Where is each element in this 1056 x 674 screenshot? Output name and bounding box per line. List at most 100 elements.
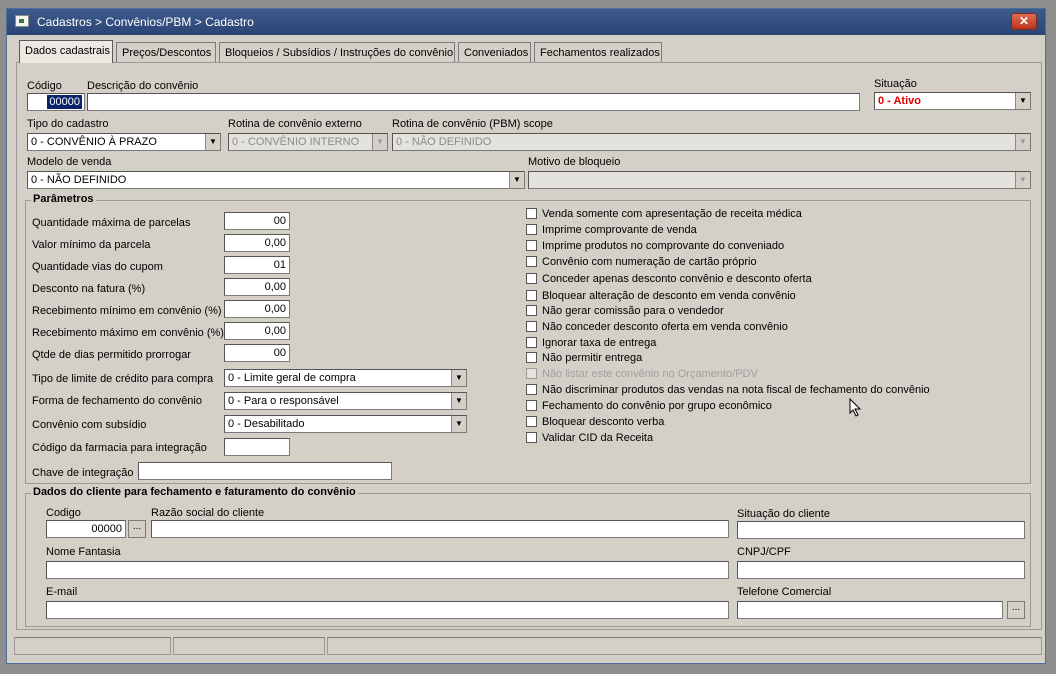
subsidio-value: 0 - Desabilitado <box>228 418 305 430</box>
checkbox-label: Não listar este convênio no Orçamento/PD… <box>542 368 758 380</box>
chevron-down-icon[interactable]: ▼ <box>451 393 466 409</box>
chave-input[interactable] <box>138 462 392 480</box>
checkbox-label: Imprime comprovante de venda <box>542 224 697 236</box>
checkbox-label: Não gerar comissão para o vendedor <box>542 305 724 317</box>
checkbox-box[interactable] <box>526 208 537 219</box>
chevron-down-icon[interactable]: ▼ <box>509 172 524 188</box>
tipo-cadastro-label: Tipo do cadastro <box>27 118 109 130</box>
forma-fechamento-value: 0 - Para o responsável <box>228 395 339 407</box>
param-input[interactable]: 0,00 <box>224 234 290 252</box>
checkbox-label: Imprime produtos no comprovante do conve… <box>542 240 785 252</box>
chevron-down-icon[interactable]: ▼ <box>451 416 466 432</box>
close-button[interactable]: ✕ <box>1011 13 1037 30</box>
param-label: Recebimento máximo em convênio (%) <box>32 327 224 339</box>
parametros-title: Parâmetros <box>31 193 96 205</box>
rotina-externo-value: 0 - CONVÊNIO INTERNO <box>232 136 360 148</box>
tipo-cadastro-value: 0 - CONVÊNIO À PRAZO <box>31 136 157 148</box>
checkbox-label: Bloquear desconto verba <box>542 416 665 428</box>
checkbox-box[interactable] <box>526 321 537 332</box>
codigo-value: 00000 <box>47 95 82 109</box>
param-input[interactable]: 0,00 <box>224 300 290 318</box>
checkbox-box[interactable] <box>526 416 537 427</box>
checkbox-box[interactable] <box>526 432 537 443</box>
tab-precos-descontos[interactable]: Preços/Descontos <box>116 42 216 62</box>
modelo-venda-select[interactable]: 0 - NÃO DEFINIDO ▼ <box>27 171 525 189</box>
checkbox-box[interactable] <box>526 305 537 316</box>
tab-conveniados[interactable]: Conveniados <box>458 42 531 62</box>
situacao-select[interactable]: 0 - Ativo ▼ <box>874 92 1031 110</box>
cliente-codigo-input[interactable]: 00000 <box>46 520 126 538</box>
email-label: E-mail <box>46 586 78 598</box>
fantasia-label: Nome Fantasia <box>46 546 121 558</box>
descricao-label: Descrição do convênio <box>87 80 199 92</box>
telefone-input[interactable] <box>737 601 1003 619</box>
param-input[interactable]: 00 <box>224 344 290 362</box>
forma-fechamento-select[interactable]: 0 - Para o responsável ▼ <box>224 392 467 410</box>
checkbox-box[interactable] <box>526 240 537 251</box>
tipo-limite-label: Tipo de limite de crédito para compra <box>32 373 214 385</box>
rotina-pbm-label: Rotina de convênio (PBM) scope <box>392 118 553 130</box>
situacao-value: 0 - Ativo <box>878 95 921 107</box>
codigo-field[interactable]: 00000 <box>27 93 85 111</box>
codigo-farmacia-label: Código da farmacia para integração <box>32 442 207 454</box>
checkbox-box[interactable] <box>526 352 537 363</box>
tipo-cadastro-select[interactable]: 0 - CONVÊNIO À PRAZO ▼ <box>27 133 221 151</box>
rotina-externo-label: Rotina de convênio externo <box>228 118 362 130</box>
rotina-pbm-select: 0 - NÃO DEFINIDO ▼ <box>392 133 1031 151</box>
motivo-bloqueio-label: Motivo de bloqueio <box>528 156 621 168</box>
checkbox-label: Não permitir entrega <box>542 352 643 364</box>
cliente-search-button[interactable]: ... <box>128 520 146 538</box>
mouse-cursor-icon <box>849 398 862 417</box>
rotina-pbm-value: 0 - NÃO DEFINIDO <box>396 136 492 148</box>
cliente-title: Dados do cliente para fechamento e fatur… <box>31 486 358 498</box>
subsidio-select[interactable]: 0 - Desabilitado ▼ <box>224 415 467 433</box>
status-cell <box>173 637 325 655</box>
tab-fechamentos[interactable]: Fechamentos realizados <box>534 42 662 62</box>
tipo-limite-value: 0 - Limite geral de compra <box>228 372 356 384</box>
modelo-venda-value: 0 - NÃO DEFINIDO <box>31 174 127 186</box>
codigo-farmacia-input[interactable] <box>224 438 290 456</box>
param-input[interactable]: 0,00 <box>224 278 290 296</box>
checkbox-label: Fechamento do convênio por grupo econômi… <box>542 400 772 412</box>
checkbox-label: Convênio com numeração de cartão próprio <box>542 256 757 268</box>
motivo-bloqueio-select: ▼ <box>528 171 1031 189</box>
window-title: Cadastros > Convênios/PBM > Cadastro <box>37 15 254 29</box>
chevron-down-icon[interactable]: ▼ <box>451 370 466 386</box>
chevron-down-icon[interactable]: ▼ <box>1015 93 1030 109</box>
checkbox-box[interactable] <box>526 273 537 284</box>
tab-dados-cadastrais[interactable]: Dados cadastrais <box>19 40 113 63</box>
situacao-cliente-label: Situação do cliente <box>737 508 830 520</box>
checkbox-box[interactable] <box>526 400 537 411</box>
chevron-down-icon: ▼ <box>1015 134 1030 150</box>
status-cell <box>14 637 171 655</box>
checkbox-label: Conceder apenas desconto convênio e desc… <box>542 273 812 285</box>
checkbox-label: Venda somente com apresentação de receit… <box>542 208 802 220</box>
modelo-venda-label: Modelo de venda <box>27 156 112 168</box>
email-input[interactable] <box>46 601 729 619</box>
tab-bloqueios[interactable]: Bloqueios / Subsídios / Instruções do co… <box>219 42 455 62</box>
chave-label: Chave de integração <box>32 467 134 479</box>
descricao-input[interactable] <box>87 93 860 111</box>
checkbox-label: Não discriminar produtos das vendas na n… <box>542 384 930 396</box>
situacao-cliente-input[interactable] <box>737 521 1025 539</box>
checkbox-box[interactable] <box>526 256 537 267</box>
app-window-icon <box>15 15 29 27</box>
checkbox-box[interactable] <box>526 290 537 301</box>
chevron-down-icon: ▼ <box>372 134 387 150</box>
title-bar[interactable]: Cadastros > Convênios/PBM > Cadastro ✕ <box>7 9 1045 35</box>
param-input[interactable]: 00 <box>224 212 290 230</box>
checkbox-box[interactable] <box>526 384 537 395</box>
tipo-limite-select[interactable]: 0 - Limite geral de compra ▼ <box>224 369 467 387</box>
cliente-codigo-label: Codigo <box>46 507 81 519</box>
param-input[interactable]: 0,00 <box>224 322 290 340</box>
param-input[interactable]: 01 <box>224 256 290 274</box>
checkbox-box[interactable] <box>526 224 537 235</box>
checkbox-box[interactable] <box>526 337 537 348</box>
param-label: Recebimento mínimo em convênio (%) <box>32 305 222 317</box>
telefone-button[interactable]: ... <box>1007 601 1025 619</box>
situacao-label: Situação <box>874 78 917 90</box>
fantasia-input[interactable] <box>46 561 729 579</box>
chevron-down-icon[interactable]: ▼ <box>205 134 220 150</box>
razao-input[interactable] <box>151 520 729 538</box>
cnpj-input[interactable] <box>737 561 1025 579</box>
